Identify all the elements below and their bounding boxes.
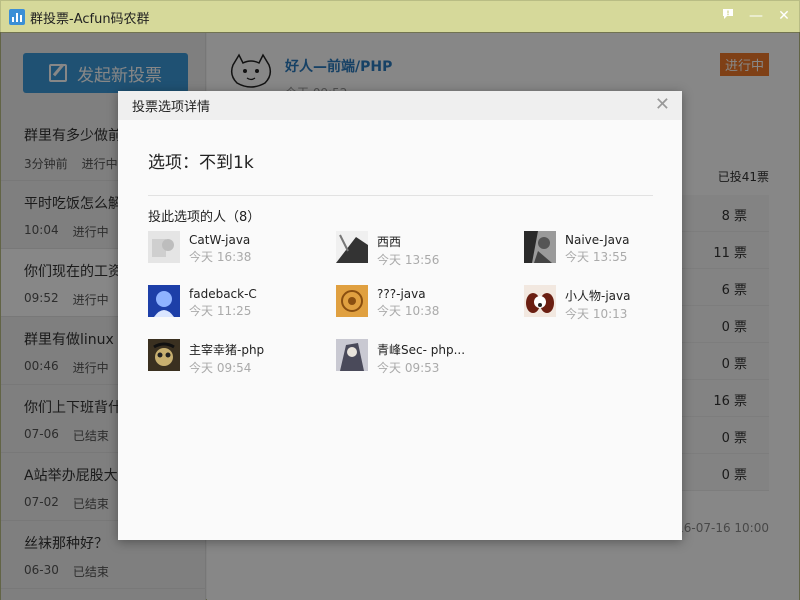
voter-item[interactable]: ???-java 今天 10:38 bbox=[336, 285, 496, 319]
voter-time: 今天 16:38 bbox=[189, 250, 252, 264]
voter-avatar bbox=[336, 231, 368, 263]
voter-avatar bbox=[148, 231, 180, 263]
voter-name: 西西 bbox=[377, 235, 402, 249]
voter-avatar bbox=[336, 339, 368, 371]
voter-name: ???-java bbox=[377, 287, 426, 301]
voter-avatar bbox=[336, 285, 368, 317]
option-label: 选项：不到1k bbox=[148, 153, 254, 173]
dialog-title: 投票选项详情 bbox=[132, 100, 211, 115]
dialog-header: 投票选项详情 ✕ bbox=[118, 91, 682, 120]
voter-name: Naive-Java bbox=[565, 233, 630, 247]
voter-item[interactable]: 小人物-java 今天 10:13 bbox=[524, 285, 684, 321]
voters-heading: 投此选项的人（8） bbox=[148, 210, 261, 225]
voter-time: 今天 10:13 bbox=[565, 307, 628, 321]
voter-time: 今天 09:54 bbox=[189, 361, 252, 375]
voter-item[interactable]: CatW-java 今天 16:38 bbox=[148, 231, 308, 265]
voter-item[interactable]: fadeback-C 今天 11:25 bbox=[148, 285, 308, 319]
window-controls: — ✕ bbox=[719, 7, 793, 25]
voter-item[interactable]: 主宰幸猪-php 今天 09:54 bbox=[148, 339, 308, 375]
app-bar-chart-icon bbox=[9, 9, 25, 25]
voter-name: CatW-java bbox=[189, 233, 251, 247]
close-icon[interactable]: ✕ bbox=[655, 95, 670, 115]
voter-time: 今天 13:55 bbox=[565, 250, 628, 264]
option-detail-dialog: 投票选项详情 ✕ 选项：不到1k 投此选项的人（8） CatW-java 今天 1… bbox=[118, 91, 682, 540]
voter-time: 今天 09:53 bbox=[377, 361, 440, 375]
voter-avatar bbox=[524, 231, 556, 263]
voter-name: 主宰幸猪-php bbox=[189, 343, 265, 357]
voter-time: 今天 11:25 bbox=[189, 304, 252, 318]
divider bbox=[148, 195, 653, 196]
voter-time: 今天 10:38 bbox=[377, 304, 440, 318]
voter-item[interactable]: Naive-Java 今天 13:55 bbox=[524, 231, 684, 265]
voter-avatar bbox=[524, 285, 556, 317]
voter-avatar bbox=[148, 285, 180, 317]
voter-time: 今天 13:56 bbox=[377, 253, 440, 267]
voter-name: 青峰Sec- php... bbox=[377, 343, 466, 357]
voter-avatar bbox=[148, 339, 180, 371]
voter-item[interactable]: 青峰Sec- php... 今天 09:53 bbox=[336, 339, 496, 375]
close-window-button[interactable]: ✕ bbox=[775, 7, 793, 25]
voter-name: 小人物-java bbox=[565, 289, 631, 303]
voter-name: fadeback-C bbox=[189, 287, 257, 301]
minimize-button[interactable]: — bbox=[747, 7, 765, 25]
title-bar[interactable]: 群投票-Acfun码农群 — ✕ bbox=[1, 1, 799, 33]
feedback-icon[interactable] bbox=[719, 7, 737, 25]
window-title: 群投票-Acfun码农群 bbox=[30, 11, 150, 27]
voter-item[interactable]: 西西今天 13:56 bbox=[336, 231, 496, 267]
